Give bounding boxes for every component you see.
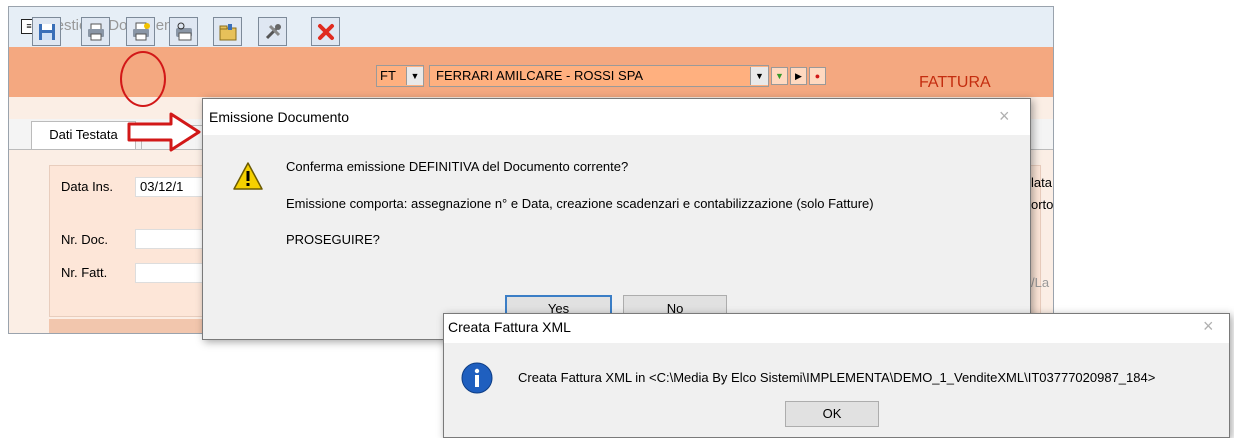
folder-button[interactable] (213, 17, 242, 46)
save-icon (38, 23, 55, 40)
right-hint-fragment: /La (1031, 275, 1050, 290)
close-icon[interactable]: × (999, 106, 1010, 127)
info-icon (461, 362, 493, 394)
nr-fatt-label: Nr. Fatt. (61, 265, 108, 280)
play-icon[interactable]: ▶ (790, 67, 807, 85)
red-arrow-annotation (127, 112, 201, 152)
data-ins-label: Data Ins. (61, 179, 114, 194)
warning-icon (233, 162, 263, 190)
folder-icon (219, 23, 236, 40)
customer-select[interactable]: FERRARI AMILCARE - ROSSI SPA (429, 65, 769, 87)
print-button[interactable] (81, 17, 110, 46)
tab-dati-testata[interactable]: Dati Testata (31, 121, 136, 149)
effects-line: Emissione comporta: assegnazione n° e Da… (286, 196, 874, 211)
emit-document-icon (132, 22, 150, 40)
document-kind: FATTURA (919, 74, 991, 91)
delete-icon (317, 23, 334, 40)
close-icon[interactable]: × (1203, 316, 1214, 337)
emissione-dialog: Emissione Documento × Conferma emissione… (202, 98, 1031, 340)
confirm-line: Conferma emissione DEFINITIVA del Docume… (286, 159, 629, 174)
nr-doc-field[interactable] (135, 229, 205, 249)
print-preview-icon (175, 22, 192, 40)
save-button[interactable] (32, 17, 61, 46)
xml-path-message: Creata Fattura XML in <C:\Media By Elco … (518, 370, 1156, 385)
filter-down-icon[interactable]: ▼ (771, 67, 788, 85)
record-icon[interactable]: ● (809, 67, 826, 85)
right-label-fragment: lata (1031, 175, 1052, 190)
dialog-title: Creata Fattura XML (448, 319, 571, 335)
delete-button[interactable] (311, 17, 340, 46)
ok-button[interactable]: OK (785, 401, 879, 427)
data-ins-field[interactable]: 03/12/1 (135, 177, 205, 197)
emit-document-button[interactable] (126, 17, 155, 46)
nr-doc-label: Nr. Doc. (61, 232, 108, 247)
window-title: Gestione Documenti (44, 17, 180, 34)
right-value-fragment: orto (1031, 197, 1054, 212)
chevron-down-icon[interactable]: ▼ (406, 67, 423, 85)
proceed-line: PROSEGUIRE? (286, 232, 380, 247)
tools-icon (265, 23, 281, 39)
print-icon (87, 23, 104, 40)
nr-fatt-field[interactable] (135, 263, 205, 283)
chevron-down-icon[interactable]: ▼ (750, 67, 768, 85)
print-preview-button[interactable] (169, 17, 198, 46)
tools-button[interactable] (258, 17, 287, 46)
highlight-circle (120, 51, 166, 107)
dialog-title: Emissione Documento (209, 109, 350, 125)
xml-created-dialog: Creata Fattura XML × Creata Fattura XML … (443, 313, 1230, 438)
